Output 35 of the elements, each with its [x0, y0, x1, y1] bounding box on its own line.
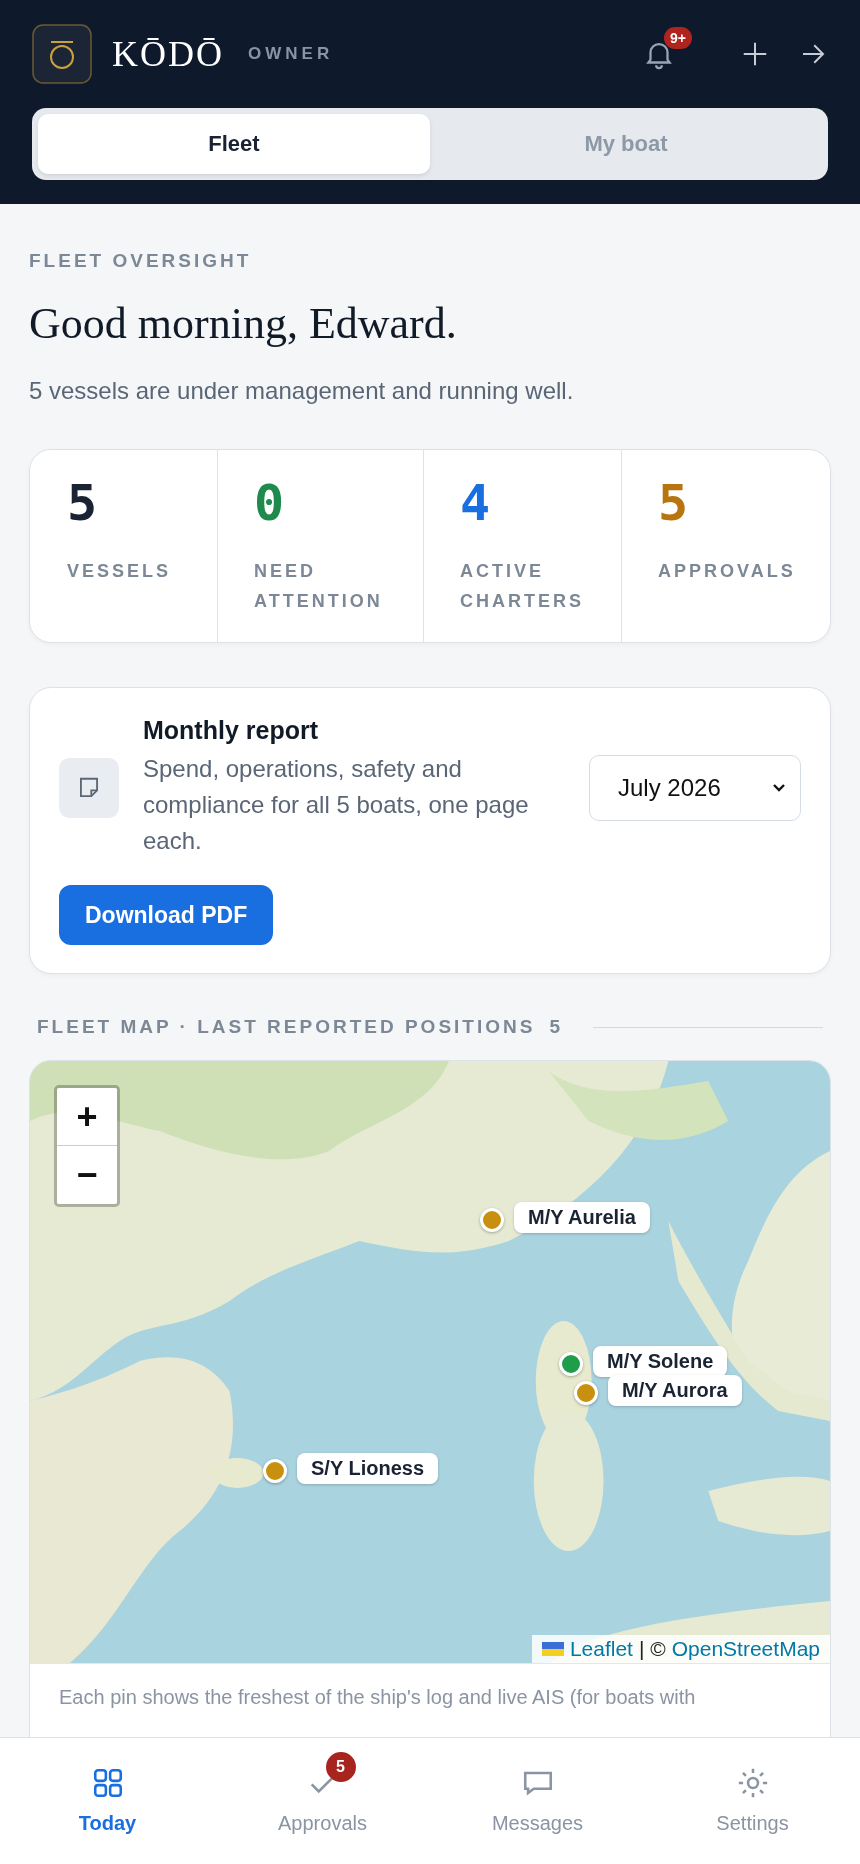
download-pdf-button[interactable]: Download PDF — [59, 885, 274, 945]
section-eyebrow: FLEET OVERSIGHT — [29, 250, 253, 272]
zoom-out-button[interactable]: − — [57, 1146, 117, 1204]
vessel-label[interactable]: M/Y Solene — [593, 1346, 728, 1377]
brand-name: KŌDŌ — [112, 33, 224, 75]
flag-icon — [541, 1642, 564, 1656]
stat-label: NEED ATTENTION — [254, 560, 384, 613]
zoom-in-button[interactable]: + — [57, 1088, 117, 1146]
stat-value: 5 — [67, 478, 99, 528]
vessel-label[interactable]: M/Y Aurora — [608, 1375, 742, 1406]
stat-value: 5 — [658, 478, 690, 528]
month-select[interactable]: July 2026 — [589, 754, 801, 821]
role-label: OWNER — [248, 44, 334, 64]
stat-label: APPROVALS — [658, 560, 797, 583]
leaflet-link[interactable]: Leaflet — [569, 1637, 633, 1661]
greeting-heading: Good morning, Edward. — [29, 298, 458, 349]
note-icon — [59, 757, 119, 818]
vessel-label[interactable]: S/Y Lioness — [297, 1453, 438, 1484]
notification-badge: 9+ — [664, 27, 692, 49]
tab[interactable]: Fleet — [38, 114, 430, 174]
summary-text: 5 vessels are under management and running well. — [29, 377, 575, 405]
attribution-separator: | © — [638, 1637, 666, 1661]
chevron-down-icon — [772, 782, 786, 793]
section-title: FLEET MAP · LAST REPORTED POSITIONS — [37, 1016, 536, 1038]
count-badge: 5 — [325, 1752, 356, 1782]
stat-value: 0 — [254, 478, 286, 528]
position-count: 5 — [549, 1016, 563, 1038]
stat-value: 4 — [460, 478, 492, 528]
report-title: Monthly report — [143, 716, 319, 745]
stat-label: ACTIVE CHARTERS — [460, 560, 585, 613]
report-description: Spend, operations, safety and compliance for all 5 boats, one page each. — [143, 754, 530, 856]
openstreetmap-link[interactable]: OpenStreetMap — [671, 1637, 820, 1661]
stat-label: VESSELS — [67, 560, 173, 583]
logo-icon — [32, 24, 92, 84]
vessel-label[interactable]: M/Y Aurelia — [514, 1202, 650, 1233]
